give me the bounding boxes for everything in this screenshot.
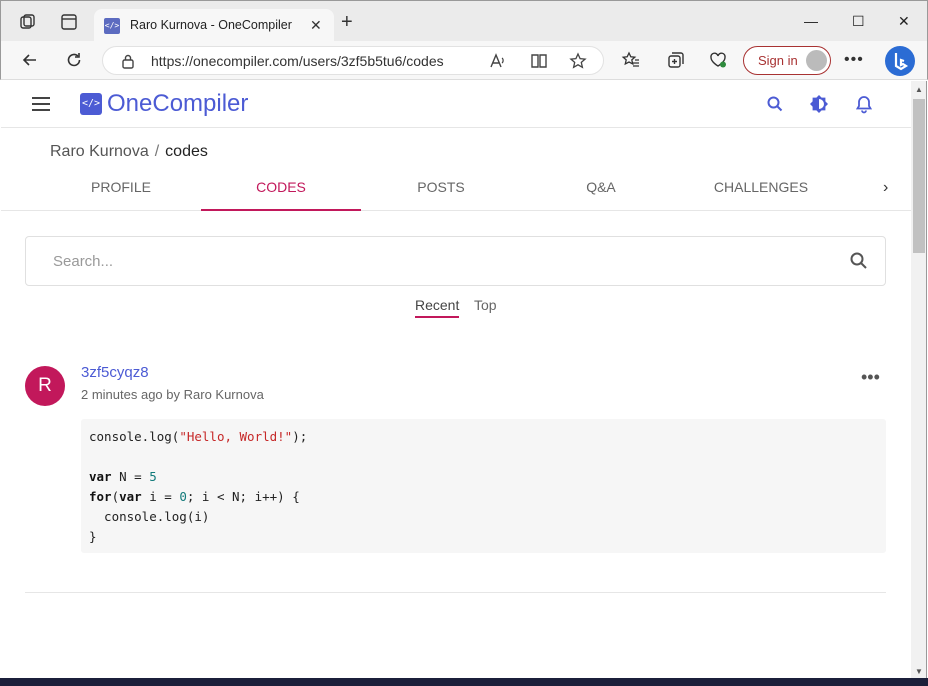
close-tab-icon[interactable]: ✕ [310,17,322,34]
site-header: </> OneCompiler [1,81,911,128]
read-aloud-icon[interactable] [489,52,507,70]
profile-tabs: PROFILE CODES POSTS Q&A CHALLENGES › [1,169,911,211]
browser-tab-title: Raro Kurnova - OneCompiler [130,18,292,32]
bing-icon[interactable] [885,46,915,76]
sort-top[interactable]: Top [474,297,497,316]
collections-icon[interactable] [666,50,686,70]
more-options-icon[interactable]: ••• [861,367,880,388]
tab-posts[interactable]: POSTS [361,169,521,211]
more-icon[interactable]: ••• [844,51,864,69]
favorites-icon[interactable] [621,50,641,70]
profile-avatar-icon [806,50,827,71]
close-window-icon[interactable]: ✕ [898,13,910,30]
code-line: var N = 5 [89,469,157,484]
address-bar[interactable]: https://onecompiler.com/users/3zf5b5tu6/… [102,46,604,75]
maximize-icon[interactable]: ☐ [852,13,865,30]
tab-challenges[interactable]: CHALLENGES [681,169,841,211]
star-icon[interactable] [569,52,587,70]
minimize-icon[interactable]: — [804,13,818,29]
code-snippet[interactable]: console.log("Hello, World!"); var N = 5 f… [81,419,886,553]
address-url[interactable]: https://onecompiler.com/users/3zf5b5tu6/… [151,53,444,69]
lock-icon[interactable] [121,53,135,69]
tab-qa[interactable]: Q&A [521,169,681,211]
divider [25,592,886,593]
post-meta: 2 minutes ago by Raro Kurnova [81,387,264,402]
search-icon[interactable] [849,251,869,271]
immersive-reader-icon[interactable] [530,52,548,70]
chevron-right-icon[interactable]: › [883,179,888,197]
sort-options: Recent Top [1,297,911,318]
browser-tab-strip: </> Raro Kurnova - OneCompiler ✕ + — ☐ ✕ [0,0,928,42]
workspaces-icon[interactable] [18,12,38,32]
new-tab-icon[interactable]: + [341,12,353,32]
scrollbar[interactable]: ▲ ▼ [911,81,927,678]
avatar[interactable]: R [25,366,65,406]
onecompiler-favicon-icon: </> [104,18,120,34]
browser-tab[interactable]: </> Raro Kurnova - OneCompiler ✕ [94,9,334,42]
tab-codes[interactable]: CODES [201,169,361,211]
scroll-up-icon[interactable]: ▲ [915,85,923,94]
bell-icon[interactable] [854,94,874,114]
sign-in-label: Sign in [758,53,798,68]
search-icon[interactable] [765,94,785,114]
breadcrumb-current: codes [165,143,208,160]
breadcrumb: Raro Kurnova / codes [50,143,208,161]
breadcrumb-user-link[interactable]: Raro Kurnova [50,143,149,160]
scroll-down-icon[interactable]: ▼ [915,667,923,676]
logo-text: OneCompiler [107,90,249,117]
hamburger-icon[interactable] [32,97,50,111]
tab-actions-icon[interactable] [59,12,79,32]
sign-in-button[interactable]: Sign in [743,46,831,75]
theme-toggle-icon[interactable] [809,94,829,114]
refresh-icon[interactable] [64,50,84,70]
code-line: console.log(i) [89,509,210,524]
code-line: for(var i = 0; i < N; i++) { [89,489,300,504]
browser-toolbar: https://onecompiler.com/users/3zf5b5tu6/… [0,41,928,80]
code-line: } [89,529,97,544]
post-title-link[interactable]: 3zf5cyqz8 [81,364,149,381]
taskbar-edge [0,678,928,686]
tab-profile[interactable]: PROFILE [41,169,201,211]
search-input[interactable] [27,238,827,284]
page-content: </> OneCompiler Raro Kurnova / codes PROFI… [1,81,911,678]
breadcrumb-separator: / [154,143,160,160]
scrollbar-thumb[interactable] [913,99,925,253]
sort-recent[interactable]: Recent [415,297,460,318]
logo-mark-icon: </> [80,93,102,115]
code-line: console.log("Hello, World!"); [89,429,308,444]
search-box [25,236,886,286]
heart-pulse-icon[interactable] [708,50,728,70]
back-arrow-icon[interactable] [20,50,40,70]
